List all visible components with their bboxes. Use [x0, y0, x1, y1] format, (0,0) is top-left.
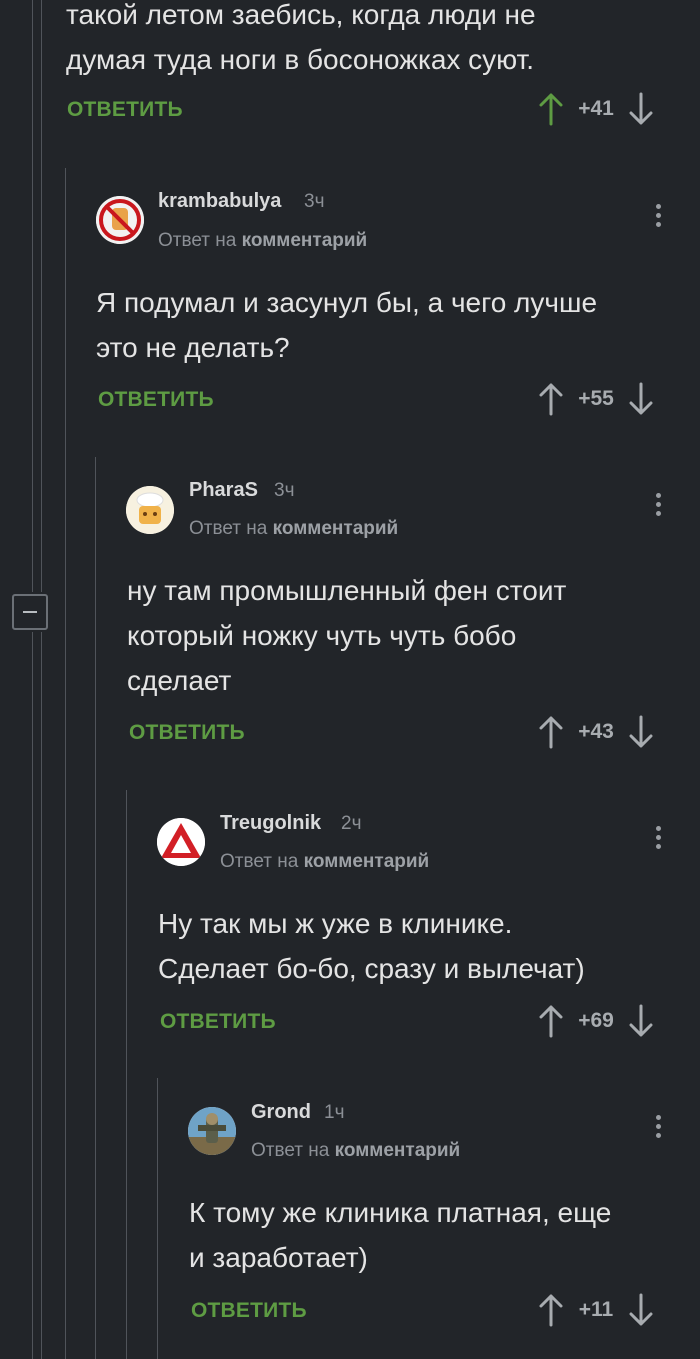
- thread-line: [41, 632, 42, 1359]
- arrow-up-icon[interactable]: [536, 1004, 566, 1038]
- reply-button[interactable]: ОТВЕТИТЬ: [191, 1299, 307, 1323]
- reply-target-link[interactable]: комментарий: [242, 230, 368, 251]
- arrow-down-icon[interactable]: [626, 92, 656, 126]
- reply-button[interactable]: ОТВЕТИТЬ: [129, 721, 245, 745]
- comment-body-line: сделает: [127, 665, 232, 696]
- author-name[interactable]: PharaS: [189, 479, 258, 502]
- comment-body-line: Я подумал и засунул бы, а чего лучше: [96, 287, 598, 318]
- comment-body-line: Ну так мы ж уже в клинике.: [158, 908, 513, 939]
- comment-body-line: Сделает бо-бо, сразу и вылечат): [158, 953, 585, 984]
- timestamp: 3ч: [274, 480, 295, 501]
- comment-body: Я подумал и засунул бы, а чего лучше это…: [96, 280, 597, 370]
- comment-body: ну там промышленный фен стоит который но…: [127, 568, 566, 703]
- score: +69: [578, 1009, 614, 1032]
- arrow-up-icon[interactable]: [536, 382, 566, 416]
- avatar[interactable]: [188, 1107, 236, 1155]
- vote-control: +43: [536, 715, 656, 749]
- kebab-menu-icon[interactable]: [656, 204, 662, 231]
- score: +43: [578, 720, 614, 743]
- timestamp: 1ч: [324, 1102, 345, 1123]
- avatar[interactable]: [96, 196, 144, 244]
- kebab-menu-icon[interactable]: [656, 493, 662, 520]
- comment-body-line: К тому же клиника платная, еще: [189, 1197, 612, 1228]
- score: +11: [578, 1298, 614, 1321]
- author-name[interactable]: krambabulya: [158, 190, 281, 213]
- vote-control: +69: [536, 1004, 656, 1038]
- arrow-up-icon[interactable]: [536, 92, 566, 126]
- reply-button[interactable]: ОТВЕТИТЬ: [160, 1010, 276, 1034]
- avatar[interactable]: [126, 486, 174, 534]
- reply-prefix: Ответ на: [251, 1140, 330, 1161]
- collapse-thread-button[interactable]: [12, 594, 48, 630]
- thread-line: [32, 0, 33, 592]
- vote-control: +11: [536, 1293, 656, 1327]
- arrow-down-icon[interactable]: [626, 1293, 656, 1327]
- thread-line: [126, 790, 127, 1359]
- timestamp: 2ч: [341, 813, 362, 834]
- reply-button[interactable]: ОТВЕТИТЬ: [67, 98, 183, 122]
- kebab-menu-icon[interactable]: [656, 1115, 662, 1142]
- comment-body-line: думая туда ноги в босоножках суют.: [66, 44, 535, 75]
- thread-line: [32, 632, 33, 1359]
- comment-body-line: такой летом заебись, когда люди не: [66, 0, 536, 30]
- comment-body-line: и заработает): [189, 1242, 368, 1273]
- comment-body: Ну так мы ж уже в клинике. Сделает бо-бо…: [158, 901, 585, 991]
- comment-body-line: который ножку чуть чуть бобо: [127, 620, 517, 651]
- reply-target-link[interactable]: комментарий: [273, 518, 399, 539]
- thread-line: [95, 457, 96, 1359]
- thread-line: [65, 168, 66, 1359]
- timestamp: 3ч: [304, 191, 325, 212]
- reply-to-note: Ответ на комментарий: [220, 851, 429, 873]
- comment-body-line: это не делать?: [96, 332, 290, 363]
- minus-icon: [23, 611, 37, 613]
- vote-control: +55: [536, 382, 656, 416]
- thread-line: [157, 1078, 158, 1359]
- avatar[interactable]: [157, 818, 205, 866]
- reply-button[interactable]: ОТВЕТИТЬ: [98, 388, 214, 412]
- score: +55: [578, 387, 614, 410]
- reply-to-note: Ответ на комментарий: [158, 230, 367, 252]
- arrow-up-icon[interactable]: [536, 715, 566, 749]
- score: +41: [578, 97, 614, 120]
- reply-prefix: Ответ на: [189, 518, 268, 539]
- thread-line: [41, 0, 42, 592]
- comment-body: К тому же клиника платная, еще и заработ…: [189, 1190, 611, 1280]
- comment-body: такой летом заебись, когда люди не думая…: [66, 0, 536, 82]
- kebab-menu-icon[interactable]: [656, 826, 662, 853]
- reply-to-note: Ответ на комментарий: [189, 518, 398, 540]
- arrow-down-icon[interactable]: [626, 1004, 656, 1038]
- reply-to-note: Ответ на комментарий: [251, 1140, 460, 1162]
- arrow-down-icon[interactable]: [626, 382, 656, 416]
- reply-target-link[interactable]: комментарий: [335, 1140, 461, 1161]
- comment-body-line: ну там промышленный фен стоит: [127, 575, 567, 606]
- arrow-down-icon[interactable]: [626, 715, 656, 749]
- reply-prefix: Ответ на: [220, 851, 299, 872]
- author-name[interactable]: Treugolnik: [220, 812, 321, 835]
- arrow-up-icon[interactable]: [536, 1293, 566, 1327]
- reply-target-link[interactable]: комментарий: [304, 851, 430, 872]
- reply-prefix: Ответ на: [158, 230, 237, 251]
- vote-control: +41: [536, 92, 656, 126]
- author-name[interactable]: Grond: [251, 1101, 311, 1124]
